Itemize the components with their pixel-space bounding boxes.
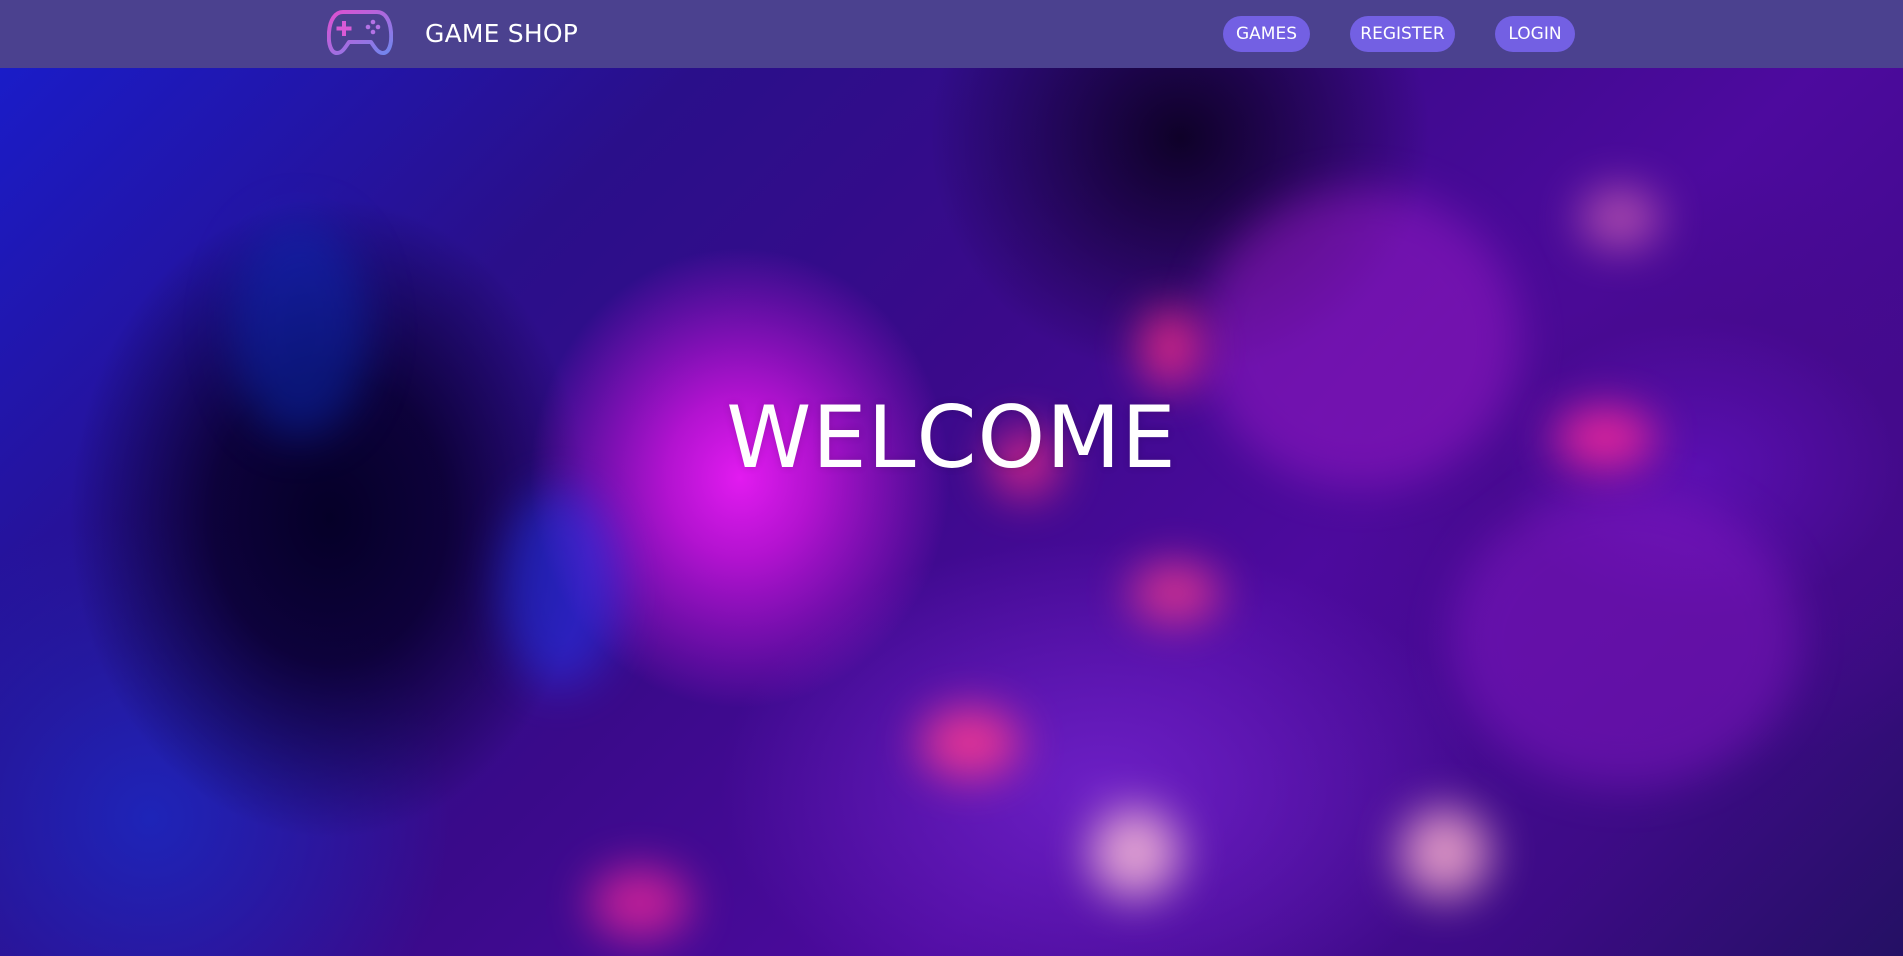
hero-background-blur xyxy=(1090,808,1180,898)
nav-login-button[interactable]: LOGIN xyxy=(1495,16,1575,52)
hero-background-blur xyxy=(1580,188,1660,248)
hero-background-blur xyxy=(590,868,690,938)
brand-name[interactable]: GAME SHOP xyxy=(425,20,578,48)
hero-background-blur xyxy=(1450,488,1800,788)
hero-background-blur xyxy=(1400,808,1490,898)
nav-register-button[interactable]: REGISTER xyxy=(1350,16,1455,52)
hero-background-blur xyxy=(500,488,620,688)
hero-title: WELCOME xyxy=(726,388,1177,488)
gamepad-icon[interactable] xyxy=(327,8,393,56)
hero-banner xyxy=(0,68,1903,956)
hero-background-blur xyxy=(920,708,1020,778)
top-navbar: GAME SHOP GAMES REGISTER LOGIN xyxy=(0,0,1903,68)
page: GAME SHOP GAMES REGISTER LOGIN WELCOME xyxy=(0,0,1903,956)
hero-background-blur xyxy=(1140,308,1200,388)
nav-games-button[interactable]: GAMES xyxy=(1223,16,1310,52)
hero-background-blur xyxy=(1130,563,1220,623)
